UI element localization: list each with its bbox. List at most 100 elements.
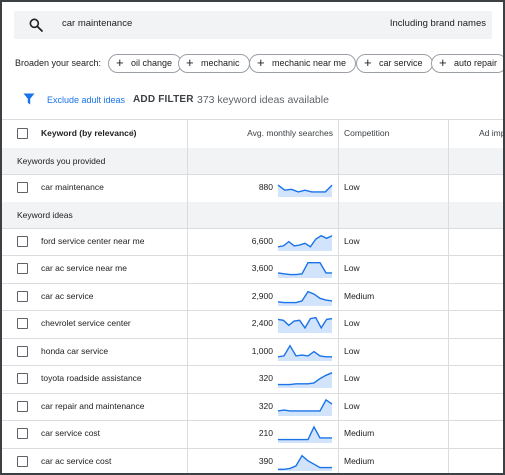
select-all-checkbox[interactable]	[17, 128, 28, 139]
table-header: Keyword (by relevance) ↓ Avg. monthly se…	[2, 119, 503, 148]
keyword-cell: car service cost	[41, 428, 101, 438]
search-icon	[29, 18, 43, 32]
sparkline-line	[278, 425, 332, 441]
chip-label: mechanic	[201, 58, 240, 68]
competition-cell: Low	[344, 345, 360, 356]
plus-icon: +	[116, 55, 124, 70]
row-checkbox[interactable]	[17, 290, 28, 302]
filter-icon[interactable]	[23, 93, 35, 105]
sparkline-area	[278, 372, 332, 388]
keyword-count-text: 373 keyword ideas available	[197, 94, 329, 106]
competition-cell: Low	[344, 318, 360, 328]
trend-sparkline[interactable]	[277, 287, 333, 307]
competition-cell: Medium	[344, 290, 375, 301]
table-row[interactable]: car service cost 210 Medium	[2, 420, 503, 447]
avg-searches-cell: 2,400	[251, 318, 273, 328]
competition-cell: Low	[344, 400, 360, 411]
table-row[interactable]: car repair and maintenance 320 Low	[2, 393, 503, 420]
keyword-cell: car ac service	[41, 290, 94, 301]
avg-searches-cell: 880	[258, 182, 273, 192]
row-checkbox[interactable]	[17, 373, 28, 384]
filter-bar: Exclude adult ideas ADD FILTER 373 keywo…	[2, 87, 503, 111]
ad-impression-column-header[interactable]: Ad impr	[479, 128, 503, 138]
add-filter-button[interactable]: ADD FILTER	[133, 94, 194, 105]
section-title: Keywords you provided	[17, 156, 106, 166]
keyword-planner-panel: car maintenance Including brand names Br…	[0, 0, 505, 475]
avg-searches-cell: 3,600	[251, 263, 273, 273]
keyword-cell: car repair and maintenance	[41, 400, 145, 411]
trend-sparkline[interactable]	[277, 259, 333, 279]
keyword-cell: ford service center near me	[41, 235, 145, 246]
sparkline-area	[278, 426, 332, 443]
row-checkbox[interactable]	[17, 428, 28, 439]
table-row[interactable]: honda car service 1,000 Low	[2, 338, 503, 365]
trend-sparkline[interactable]	[277, 314, 333, 334]
plus-icon: +	[364, 55, 372, 70]
avg-searches-cell: 320	[258, 400, 273, 411]
broaden-label: Broaden your search:	[15, 58, 102, 68]
trend-sparkline[interactable]	[277, 178, 333, 198]
trend-sparkline[interactable]	[277, 452, 333, 472]
row-checkbox[interactable]	[17, 263, 28, 274]
competition-cell: Low	[344, 182, 360, 192]
plus-icon: +	[186, 55, 194, 70]
keyword-cell: car ac service cost	[41, 455, 112, 466]
chip-car-service[interactable]: + car service	[356, 54, 433, 73]
search-input[interactable]: car maintenance	[62, 18, 132, 29]
section-title: Keyword ideas	[17, 209, 73, 220]
keyword-cell: honda car service	[41, 345, 109, 356]
avg-searches-column-header[interactable]: Avg. monthly searches	[247, 128, 333, 138]
avg-searches-cell: 390	[258, 455, 273, 466]
avg-searches-cell: 2,900	[251, 290, 273, 301]
plus-icon: +	[439, 55, 447, 70]
table-row[interactable]: car maintenance 880 Low	[2, 174, 503, 201]
keyword-search-bar[interactable]: car maintenance Including brand names	[14, 11, 492, 39]
sparkline-area	[278, 317, 332, 333]
trend-sparkline[interactable]	[277, 424, 333, 444]
trend-sparkline[interactable]	[277, 342, 333, 362]
chip-label: car service	[379, 58, 423, 68]
chip-label: oil change	[131, 58, 173, 68]
exclude-adult-ideas-link[interactable]: Exclude adult ideas	[47, 95, 125, 105]
avg-searches-cell: 320	[258, 373, 273, 383]
table-row[interactable]: car ac service cost 390 Medium	[2, 448, 503, 474]
table-row[interactable]: ford service center near me 6,600 Low	[2, 228, 503, 255]
row-checkbox[interactable]	[17, 318, 28, 329]
avg-searches-cell: 210	[258, 428, 273, 438]
row-checkbox[interactable]	[17, 235, 28, 247]
avg-searches-cell: 1,000	[251, 345, 273, 356]
competition-cell: Medium	[344, 428, 375, 438]
chip-mechanic[interactable]: + mechanic	[178, 54, 250, 73]
arrow-down-icon[interactable]: ↓	[130, 127, 135, 138]
broaden-search-bar: Broaden your search: + oil change + mech…	[2, 54, 503, 74]
competition-cell: Medium	[344, 455, 375, 466]
row-checkbox[interactable]	[17, 400, 28, 412]
section-header: Keyword ideas	[2, 201, 503, 228]
keyword-cell: car maintenance	[41, 182, 104, 192]
chip-oil-change[interactable]: + oil change	[108, 54, 183, 73]
chip-label: mechanic near me	[272, 58, 347, 68]
keyword-cell: chevrolet service center	[41, 318, 131, 328]
chip-auto-repair[interactable]: + auto repair	[431, 54, 503, 73]
chip-label: auto repair	[454, 58, 498, 68]
row-checkbox[interactable]	[17, 455, 28, 467]
avg-searches-cell: 6,600	[251, 235, 273, 246]
competition-cell: Low	[344, 373, 360, 383]
table-row[interactable]: car ac service near me 3,600 Low	[2, 255, 503, 282]
row-checkbox[interactable]	[17, 182, 28, 193]
trend-sparkline[interactable]	[277, 397, 333, 417]
table-row[interactable]: chevrolet service center 2,400 Low	[2, 310, 503, 337]
row-checkbox[interactable]	[17, 345, 28, 357]
keyword-cell: car ac service near me	[41, 263, 127, 273]
sparkline-area	[278, 185, 332, 197]
keyword-column-header[interactable]: Keyword (by relevance)	[41, 128, 136, 138]
trend-sparkline[interactable]	[277, 232, 333, 252]
competition-column-header[interactable]: Competition	[344, 128, 389, 138]
table-row[interactable]: car ac service 2,900 Medium	[2, 283, 503, 310]
chip-mechanic-near-me[interactable]: + mechanic near me	[249, 54, 357, 73]
keyword-cell: toyota roadside assistance	[41, 373, 142, 383]
trend-sparkline[interactable]	[277, 369, 333, 389]
plus-icon: +	[257, 55, 265, 70]
brand-names-toggle[interactable]: Including brand names	[390, 18, 486, 29]
table-row[interactable]: toyota roadside assistance 320 Low	[2, 365, 503, 392]
